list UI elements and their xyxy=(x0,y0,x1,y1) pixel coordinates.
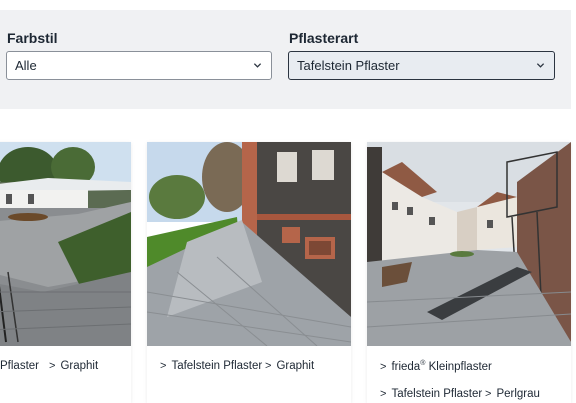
tag-label: Pflaster xyxy=(0,360,39,372)
chevron-right-icon: > xyxy=(485,388,492,400)
tag-product-line[interactable]: > frieda® Kleinpflaster xyxy=(380,360,492,373)
color-style-select[interactable]: Alle xyxy=(6,51,272,80)
chevron-down-icon xyxy=(253,63,262,68)
chevron-right-icon: > xyxy=(380,388,387,400)
tag-paving-type[interactable]: > Tafelstein Pflaster xyxy=(380,388,482,400)
chevron-right-icon: > xyxy=(380,361,387,373)
product-photo xyxy=(367,142,571,346)
chevron-right-icon: > xyxy=(160,360,167,372)
tag-color[interactable]: > Graphit xyxy=(49,360,98,372)
product-photo xyxy=(147,142,351,346)
tag-label: Tafelstein Pflaster xyxy=(171,360,263,372)
chevron-right-icon: > xyxy=(265,360,272,372)
color-style-value: Alle xyxy=(15,58,37,73)
tag-paving-type[interactable]: > Tafelstein Pflaster xyxy=(160,360,262,372)
tag-label: Kleinpflaster xyxy=(428,361,492,373)
tag-color[interactable]: > Perlgrau xyxy=(485,388,540,400)
tag-brand: frieda xyxy=(391,361,421,373)
product-card[interactable]: > Tafelstein Pflaster > Graphit xyxy=(147,142,351,403)
tag-label: Graphit xyxy=(60,360,99,372)
tag-paving-type[interactable]: Pflaster xyxy=(0,360,39,372)
paving-type-select[interactable]: Tafelstein Pflaster xyxy=(288,51,555,80)
tag-color[interactable]: > Graphit xyxy=(265,360,314,372)
product-photo xyxy=(0,142,131,346)
tag-label: Graphit xyxy=(276,360,315,372)
chevron-down-icon xyxy=(536,63,545,68)
tag-label: Tafelstein Pflaster xyxy=(391,388,483,400)
product-card[interactable]: Pflaster > Graphit xyxy=(0,142,131,403)
color-style-label: Farbstil xyxy=(7,30,58,46)
registered-mark: ® xyxy=(420,360,426,367)
paving-type-value: Tafelstein Pflaster xyxy=(297,58,400,73)
chevron-right-icon: > xyxy=(49,360,56,372)
tag-label: Perlgrau xyxy=(496,388,540,400)
filter-panel: Farbstil Alle Pflasterart Tafelstein Pfl… xyxy=(0,10,571,109)
paving-type-label: Pflasterart xyxy=(289,30,359,46)
product-card[interactable]: > frieda® Kleinpflaster > Tafelstein Pflas… xyxy=(367,142,571,403)
